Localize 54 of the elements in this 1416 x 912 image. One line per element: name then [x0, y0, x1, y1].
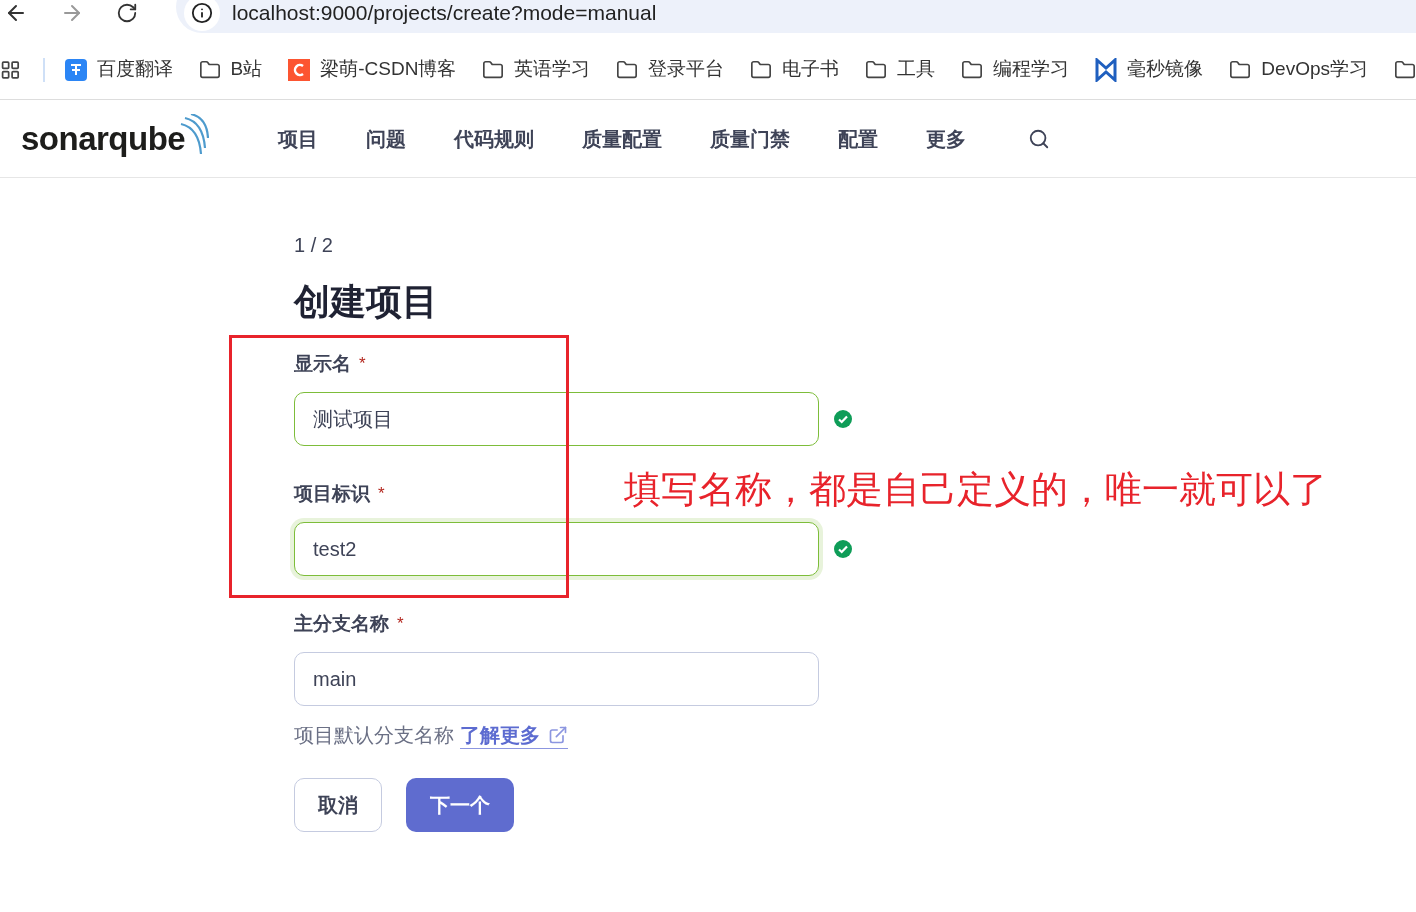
bookmark[interactable]: 编程学习 — [961, 55, 1070, 84]
nav-link[interactable]: 更多 — [926, 123, 967, 154]
folder-icon — [1394, 58, 1416, 81]
reload-icon[interactable] — [116, 2, 138, 24]
mirror-logo-icon — [1095, 57, 1118, 82]
translate-icon — [64, 58, 87, 81]
folder-icon — [198, 58, 221, 81]
folder-icon — [482, 58, 505, 81]
cancel-button[interactable]: 取消 — [294, 778, 382, 832]
page-title: 创建项目 — [294, 280, 439, 324]
bookmark[interactable]: DevOps学习 — [1229, 55, 1368, 84]
c-logo-icon — [288, 58, 311, 81]
search-icon[interactable] — [1028, 127, 1051, 150]
help-text: 项目默认分支名称 — [294, 723, 454, 748]
next-button[interactable]: 下一个 — [406, 778, 514, 832]
field-label: 主分支名称 — [294, 611, 389, 636]
field-label: 项目标识 — [294, 481, 370, 506]
annotation-text: 填写名称，都是自己定义的，唯一就可以了 — [624, 468, 1327, 512]
text-input[interactable]: main — [294, 652, 819, 706]
required-asterisk: * — [378, 483, 385, 506]
step-indicator: 1 / 2 — [294, 233, 334, 258]
bookmark[interactable]: B站 — [198, 55, 263, 84]
address-bar[interactable]: localhost:9000/projects/create?mode=manual — [176, 0, 1416, 33]
folder-icon — [1229, 58, 1252, 81]
nav-link[interactable]: 代码规则 — [454, 123, 535, 154]
bookmark[interactable]: 登录平台 — [616, 55, 725, 84]
required-asterisk: * — [397, 613, 404, 636]
nav-link[interactable]: 配置 — [838, 123, 879, 154]
nav-link[interactable]: 项目 — [278, 123, 319, 154]
nav-link[interactable]: 问题 — [366, 123, 407, 154]
bookmark[interactable]: 梁萌-CSDN博客 — [288, 55, 457, 84]
external-link-icon — [548, 724, 568, 745]
info-icon[interactable] — [191, 2, 213, 24]
text-input[interactable]: test2 — [294, 522, 819, 576]
check-circle-icon — [834, 540, 852, 558]
nav-link[interactable]: 质量配置 — [582, 123, 663, 154]
bookmark[interactable] — [1394, 58, 1416, 81]
nav-link[interactable]: 质量门禁 — [710, 123, 791, 154]
bookmark[interactable]: 英语学习 — [482, 55, 591, 84]
sonarqube-logo[interactable]: sonarqube — [21, 113, 210, 164]
url-text: localhost:9000/projects/create?mode=manual — [232, 0, 657, 27]
learn-more-link[interactable]: 了解更多 — [460, 721, 568, 749]
folder-icon — [750, 58, 773, 81]
folder-icon — [961, 58, 984, 81]
required-asterisk: * — [359, 353, 366, 376]
text-input[interactable]: 测试项目 — [294, 392, 819, 446]
folder-icon — [865, 58, 888, 81]
bookmark[interactable]: 电子书 — [750, 55, 840, 84]
field-label: 显示名 — [294, 351, 351, 376]
folder-icon — [616, 58, 639, 81]
bookmark[interactable]: 工具 — [865, 55, 936, 84]
bookmark[interactable]: 毫秒镜像 — [1095, 55, 1204, 84]
bookmark[interactable]: 百度翻译 — [64, 55, 173, 84]
check-circle-icon — [834, 410, 852, 428]
